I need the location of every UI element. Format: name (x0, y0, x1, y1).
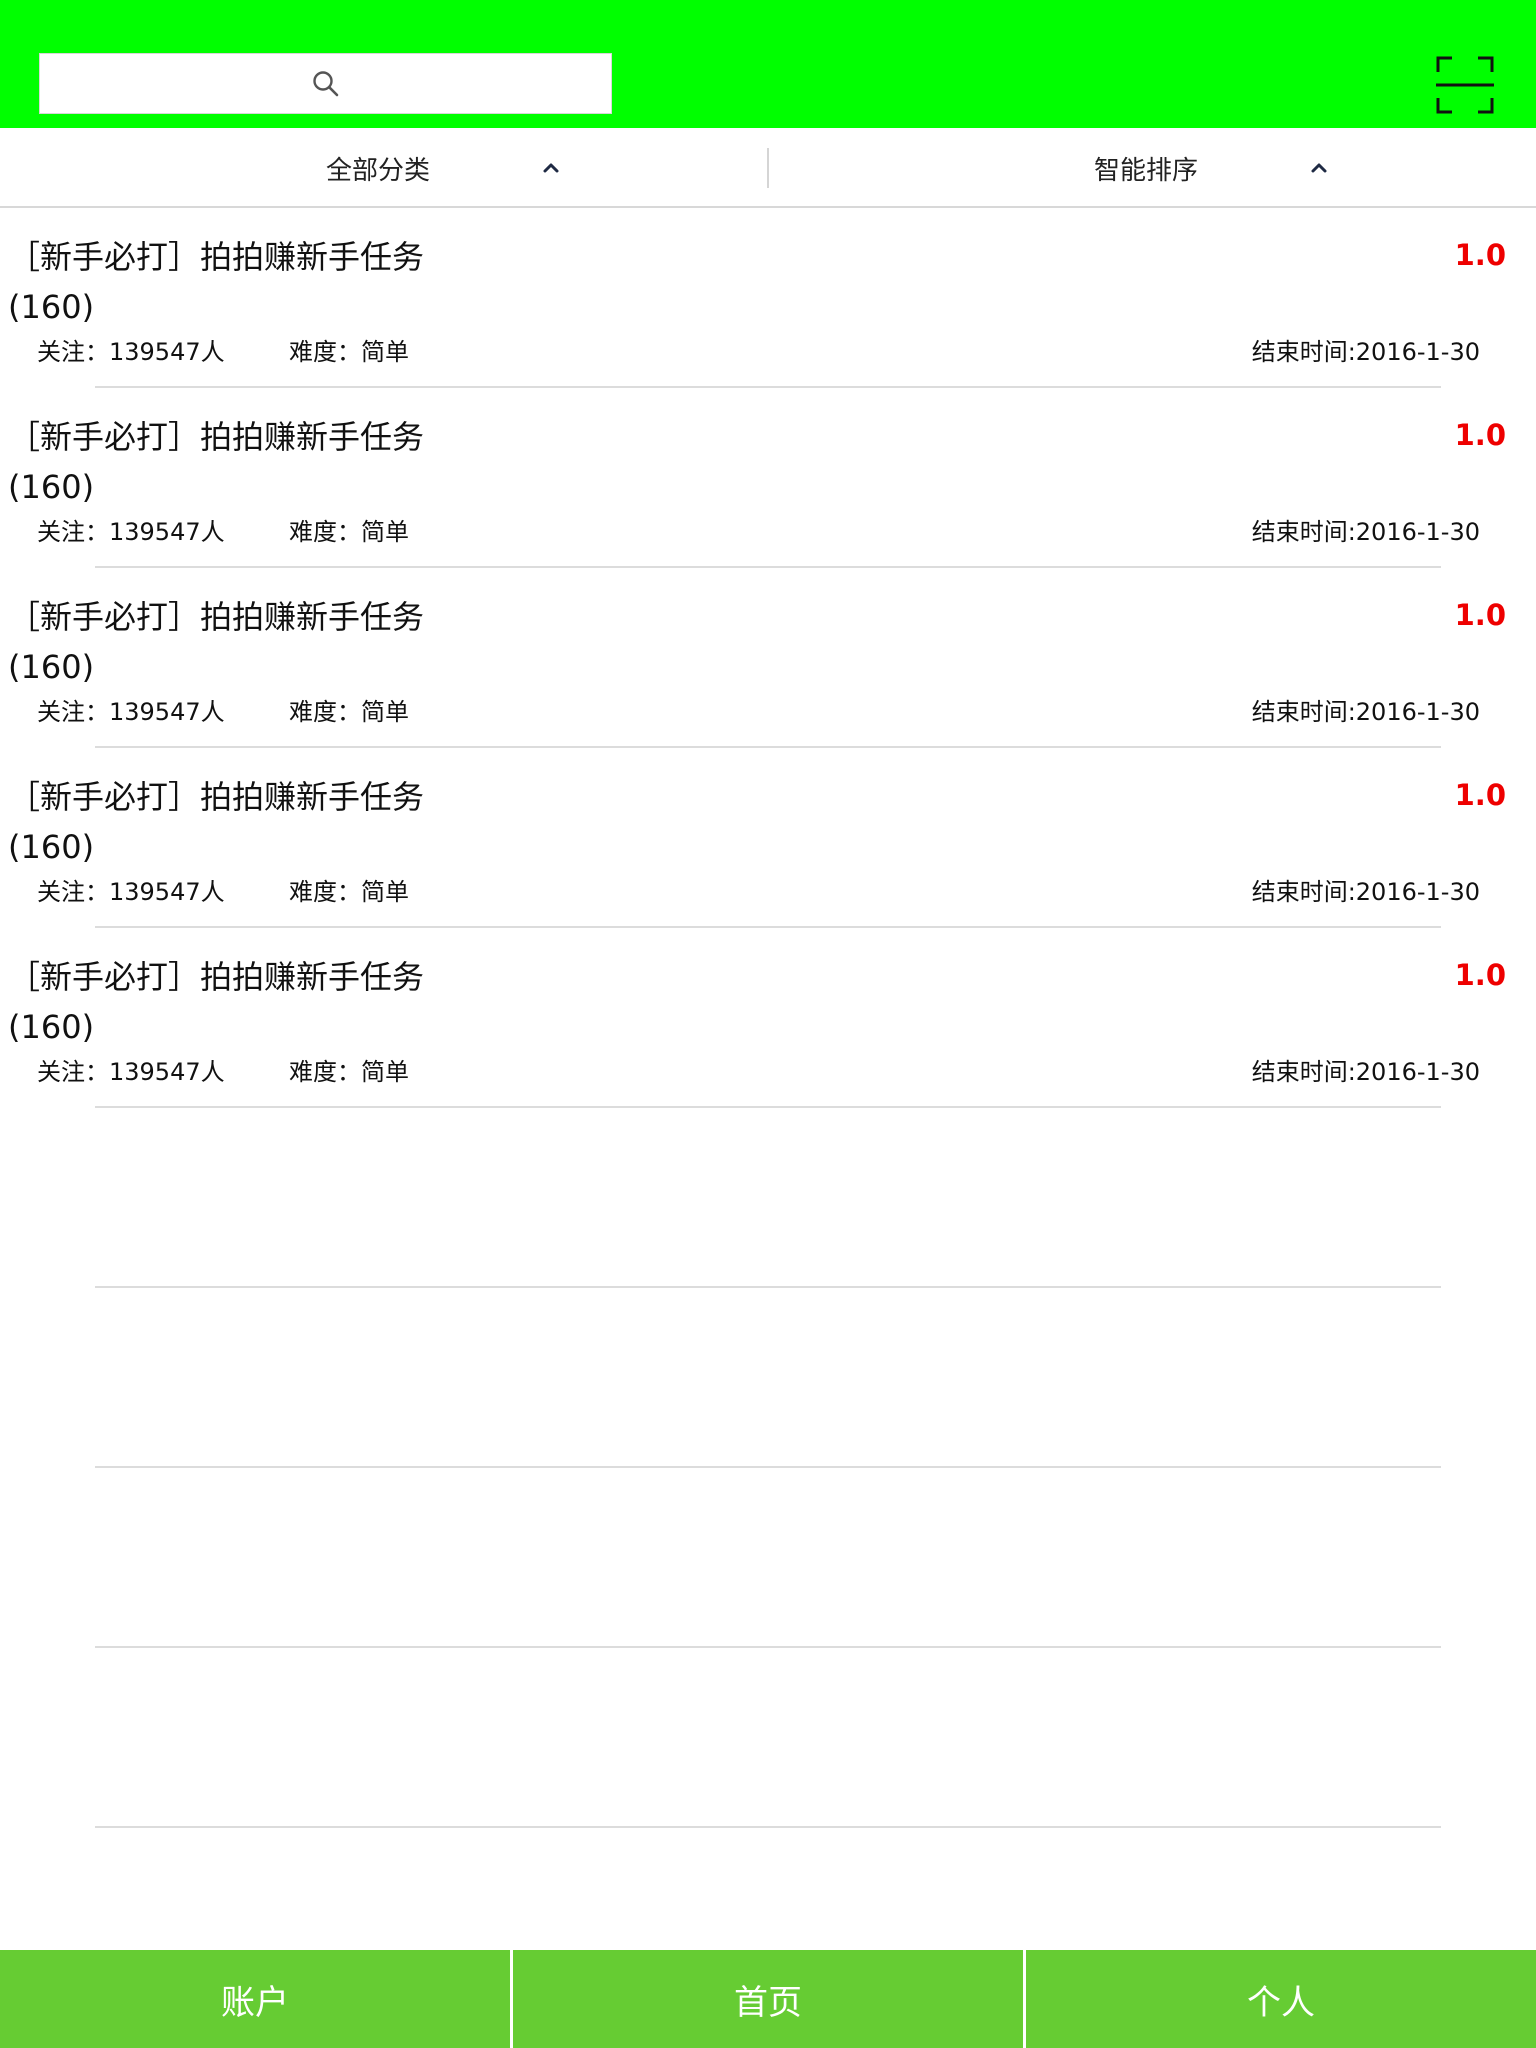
tab-home[interactable]: 首页 (513, 1950, 1023, 2048)
task-title: ［新手必打］拍拍赚新手任务(160) (8, 958, 425, 1046)
task-row[interactable]: ［新手必打］拍拍赚新手任务(160) 1.0 关注：139547人 难度：简单 … (0, 568, 1536, 748)
chevron-up-icon[interactable] (539, 156, 563, 180)
task-row[interactable]: ［新手必打］拍拍赚新手任务(160) 1.0 关注：139547人 难度：简单 … (0, 748, 1536, 928)
task-title: ［新手必打］拍拍赚新手任务(160) (8, 238, 425, 326)
task-title: ［新手必打］拍拍赚新手任务(160) (8, 418, 425, 506)
task-price: 1.0 (1454, 598, 1506, 632)
category-filter[interactable]: 全部分类 (326, 128, 430, 208)
tab-home-label: 首页 (734, 1982, 802, 2023)
sort-filter[interactable]: 智能排序 (1094, 128, 1198, 208)
task-row[interactable]: ［新手必打］拍拍赚新手任务(160) 1.0 关注：139547人 难度：简单 … (0, 208, 1536, 388)
task-title: ［新手必打］拍拍赚新手任务(160) (8, 778, 425, 866)
task-price: 1.0 (1454, 238, 1506, 272)
bottom-tab-bar: 账户 首页 个人 (0, 1950, 1536, 2048)
task-price: 1.0 (1454, 778, 1506, 812)
scan-icon[interactable] (1436, 56, 1494, 114)
category-filter-label: 全部分类 (326, 155, 431, 186)
task-end-time: 结束时间:2016-1-30 (1251, 878, 1480, 906)
task-difficulty: 难度：简单 (289, 878, 409, 906)
task-price: 1.0 (1454, 958, 1506, 992)
task-difficulty: 难度：简单 (289, 338, 409, 366)
row-separator (95, 1466, 1441, 1468)
task-end-time: 结束时间:2016-1-30 (1251, 1058, 1480, 1086)
row-separator (95, 1286, 1441, 1288)
tab-account[interactable]: 账户 (0, 1950, 510, 2048)
top-header (0, 0, 1536, 128)
task-follow-count: 关注：139547人 (37, 518, 225, 546)
tab-profile-label: 个人 (1247, 1982, 1315, 2023)
filter-bar: 全部分类 智能排序 (0, 128, 1536, 208)
tab-account-label: 账户 (221, 1982, 289, 2023)
task-follow-count: 关注：139547人 (37, 1058, 225, 1086)
task-end-time: 结束时间:2016-1-30 (1251, 698, 1480, 726)
task-end-time: 结束时间:2016-1-30 (1251, 338, 1480, 366)
tab-profile[interactable]: 个人 (1026, 1950, 1536, 2048)
row-separator (95, 1826, 1441, 1828)
chevron-up-icon[interactable] (1307, 156, 1331, 180)
task-difficulty: 难度：简单 (289, 518, 409, 546)
row-separator (95, 1106, 1441, 1108)
row-separator (95, 1646, 1441, 1648)
task-difficulty: 难度：简单 (289, 1058, 409, 1086)
task-title: ［新手必打］拍拍赚新手任务(160) (8, 598, 425, 686)
task-difficulty: 难度：简单 (289, 698, 409, 726)
search-input[interactable] (39, 53, 612, 114)
sort-filter-label: 智能排序 (1094, 155, 1199, 186)
task-row[interactable]: ［新手必打］拍拍赚新手任务(160) 1.0 关注：139547人 难度：简单 … (0, 388, 1536, 568)
task-follow-count: 关注：139547人 (37, 698, 225, 726)
task-follow-count: 关注：139547人 (37, 878, 225, 906)
filter-divider (767, 148, 769, 188)
task-follow-count: 关注：139547人 (37, 338, 225, 366)
search-icon (312, 70, 338, 96)
task-price: 1.0 (1454, 418, 1506, 452)
task-row[interactable]: ［新手必打］拍拍赚新手任务(160) 1.0 关注：139547人 难度：简单 … (0, 928, 1536, 1108)
task-end-time: 结束时间:2016-1-30 (1251, 518, 1480, 546)
